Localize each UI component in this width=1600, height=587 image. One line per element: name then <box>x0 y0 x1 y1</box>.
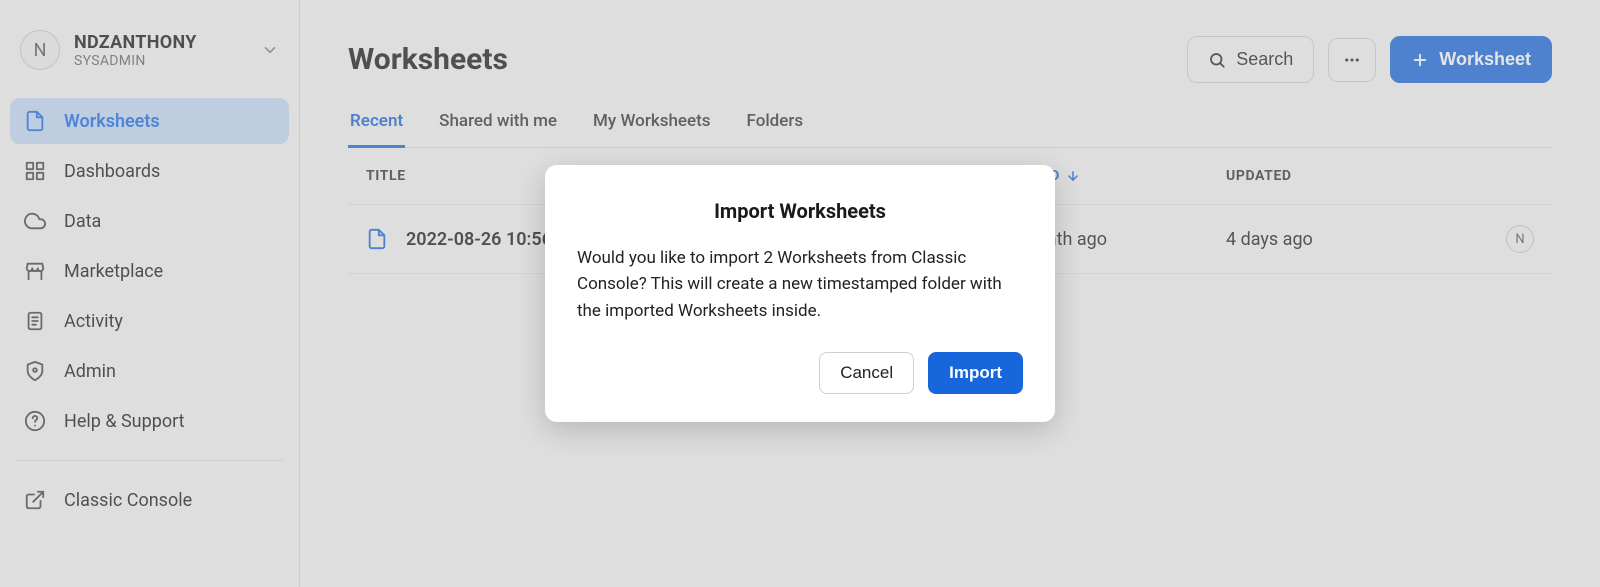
modal-title: Import Worksheets <box>577 199 1023 223</box>
cancel-button[interactable]: Cancel <box>819 352 914 394</box>
modal-body: Would you like to import 2 Worksheets fr… <box>577 245 1023 324</box>
modal-overlay[interactable]: Import Worksheets Would you like to impo… <box>0 0 1600 587</box>
import-button[interactable]: Import <box>928 352 1023 394</box>
import-worksheets-modal: Import Worksheets Would you like to impo… <box>545 165 1055 422</box>
